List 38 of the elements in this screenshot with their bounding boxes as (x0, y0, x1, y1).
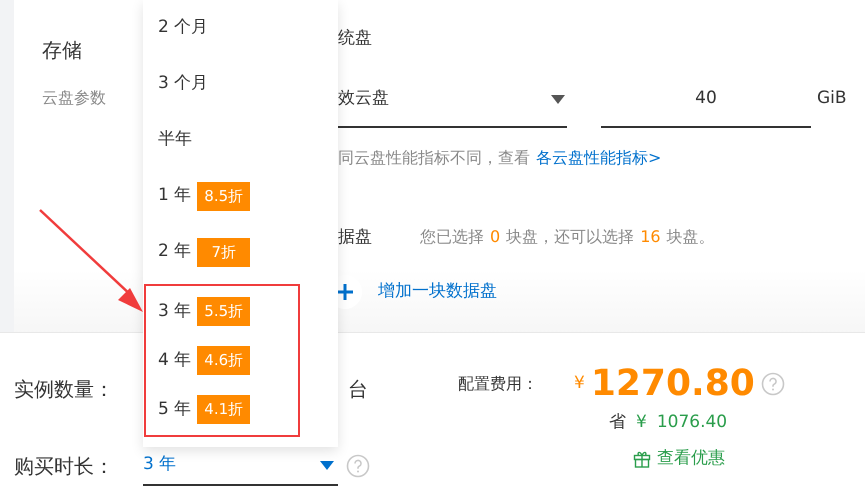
dropdown-option[interactable]: 2 个月 (143, 0, 338, 56)
discount-tag: 7折 (197, 238, 250, 266)
dropdown-option[interactable]: 2 年 7折 (143, 224, 338, 280)
caret-icon (320, 460, 334, 470)
dropdown-option[interactable]: 3 年 5.5折 (146, 287, 298, 336)
selection-note: 您已选择 0 块盘，还可以选择 16 块盘。 (420, 226, 715, 248)
discount-tag: 4.1折 (197, 395, 250, 424)
section-title: 存储 (42, 37, 82, 64)
dropdown-option[interactable]: 5 年 4.1折 (146, 385, 298, 434)
unit-label: 台 (348, 376, 368, 403)
field-label: 据盘 (338, 226, 372, 249)
saving-label: 省 (609, 411, 626, 434)
field-label: 实例数量： (14, 376, 115, 403)
saving-amount: 1076.40 (656, 411, 728, 434)
field-label: 统盘 (338, 27, 372, 50)
plus-icon (337, 284, 353, 300)
help-icon[interactable] (760, 372, 785, 396)
currency-symbol: ¥ (574, 372, 585, 396)
dropdown-option[interactable]: 3 个月 (143, 56, 338, 112)
dropdown-option[interactable]: 半年 (143, 112, 338, 168)
field-label: 购买时长： (14, 453, 115, 480)
price-amount: 1270.80 (590, 362, 755, 406)
caret-icon (551, 94, 565, 104)
price-label: 配置费用： (458, 373, 539, 395)
help-icon[interactable] (346, 454, 370, 478)
dropdown-option[interactable]: 4 年 4.6折 (146, 336, 298, 385)
discount-tag: 4.6折 (197, 346, 250, 375)
disk-size-field[interactable]: 40 (601, 72, 811, 128)
section-description: 云盘参数 (42, 87, 106, 109)
add-disk-link[interactable]: 增加一块数据盘 (378, 279, 497, 305)
unit-label: GiB (817, 86, 847, 110)
discount-tag: 8.5折 (197, 182, 250, 210)
discount-tag: 5.5折 (197, 297, 250, 326)
gift-icon (633, 450, 651, 468)
hint-text: 同云盘性能指标不同，查看 (338, 147, 530, 169)
dropdown-option[interactable]: 1 年 8.5折 (143, 168, 338, 224)
performance-link[interactable]: 各云盘性能指标> (536, 146, 662, 170)
currency-symbol: ¥ (636, 411, 647, 434)
